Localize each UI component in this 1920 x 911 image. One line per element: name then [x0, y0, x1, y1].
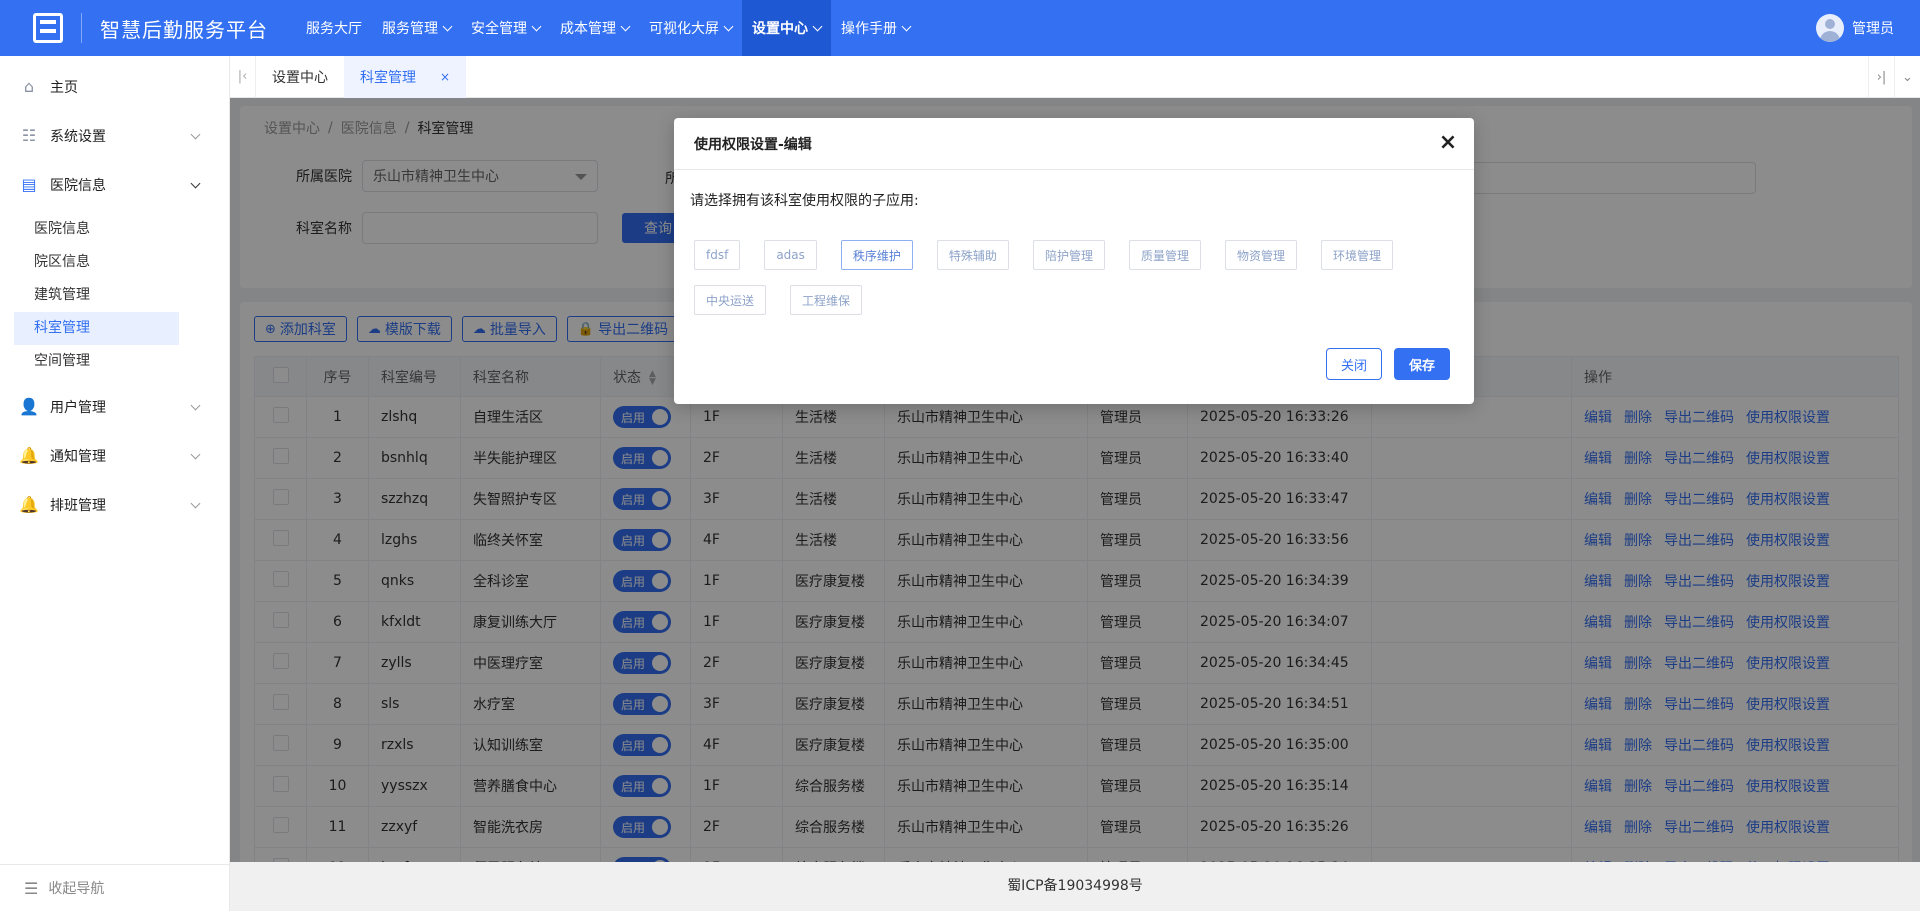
- close-icon[interactable]: ×: [1436, 130, 1460, 155]
- platform-title: 智慧后勤服务平台: [100, 17, 268, 42]
- modal-prompt: 请选择拥有该科室使用权限的子应用:: [690, 193, 919, 209]
- top-nav-item[interactable]: 操作手册: [831, 0, 920, 56]
- top-nav-item-label: 安全管理: [471, 21, 527, 37]
- top-nav-item[interactable]: 服务管理: [372, 0, 461, 56]
- chevron-down-icon: [531, 21, 542, 31]
- sidebar-item-schedule-management[interactable]: 🔔 排班管理: [0, 480, 229, 529]
- sub-app-option[interactable]: adas: [764, 240, 817, 270]
- sub-app-option[interactable]: fdsf: [694, 240, 741, 270]
- chevron-down-icon[interactable]: ⌄: [1894, 56, 1920, 98]
- top-nav-item[interactable]: 可视化大屏: [639, 0, 742, 56]
- user-menu[interactable]: 管理员: [1816, 0, 1894, 56]
- home-icon: ⌂: [23, 77, 35, 96]
- chevron-down-icon: [190, 449, 201, 460]
- close-button[interactable]: 关闭: [1325, 348, 1382, 380]
- menu-collapse-icon: ☰: [24, 878, 39, 898]
- page-tab-label: 科室管理: [360, 69, 416, 86]
- sidebar-subitem[interactable]: 科室管理: [14, 312, 179, 345]
- chevron-down-icon: [620, 21, 631, 31]
- chevron-down-icon: [190, 129, 201, 140]
- chevron-down-icon: [442, 21, 453, 31]
- top-nav-item[interactable]: 安全管理: [461, 0, 550, 56]
- top-nav-item[interactable]: 成本管理: [550, 0, 639, 56]
- sidebar-item-hospital-info[interactable]: ▤ 医院信息: [0, 160, 229, 209]
- sidebar-item-user-management[interactable]: 👤 用户管理: [0, 382, 229, 431]
- sidebar: ⌂ 主页 ☷ 系统设置 ▤ 医院信息 医院信息 院区信息 建筑管理 科室管理 空间管理 …: [0, 56, 230, 911]
- sidebar-subitem[interactable]: 空间管理: [14, 345, 179, 378]
- sidebar-subitem[interactable]: 建筑管理: [14, 279, 179, 312]
- modal-header: 使用权限设置-编辑 ×: [674, 118, 1474, 170]
- grid-list-icon: ☷: [21, 126, 37, 145]
- chevron-down-icon: [901, 21, 912, 31]
- sub-app-option[interactable]: 陪护管理: [1032, 240, 1105, 270]
- chevron-down-icon: [190, 178, 201, 189]
- platform-logo-icon: [33, 13, 63, 43]
- top-nav-item-label: 成本管理: [560, 21, 616, 37]
- sub-app-option[interactable]: 特殊辅助: [936, 240, 1009, 270]
- collapse-nav-button[interactable]: ☰ 收起导航: [0, 864, 229, 911]
- save-button[interactable]: 保存: [1393, 348, 1450, 380]
- top-nav-item-label: 服务管理: [382, 21, 438, 37]
- sub-app-list: fdsf adas 秩序维护 特殊辅助 陪护管理 质量管理 物资管理 环境管理中央运送 工程维保: [694, 240, 1474, 330]
- sub-app-option[interactable]: 环境管理: [1320, 240, 1393, 270]
- bell-icon: 🔔: [19, 495, 39, 514]
- bell-icon: 🔔: [19, 446, 39, 465]
- brand-divider: [81, 13, 82, 43]
- page-tab[interactable]: 科室管理 ×: [344, 55, 467, 98]
- tab-scroll-right-icon[interactable]: ›|: [1868, 56, 1894, 98]
- top-nav-item[interactable]: 设置中心: [742, 0, 831, 56]
- sub-app-option[interactable]: 中央运送: [694, 285, 767, 315]
- sidebar-subitem[interactable]: 医院信息: [14, 213, 179, 246]
- top-nav-item[interactable]: 服务大厅: [296, 0, 372, 56]
- top-nav-item-label: 服务大厅: [306, 21, 362, 37]
- modal-title: 使用权限设置-编辑: [694, 136, 812, 153]
- top-nav-item-label: 操作手册: [841, 21, 897, 37]
- chevron-down-icon: [723, 21, 734, 31]
- sidebar-subitem[interactable]: 院区信息: [14, 246, 179, 279]
- top-nav-item-label: 设置中心: [752, 21, 808, 37]
- close-icon[interactable]: ×: [440, 70, 450, 84]
- permission-modal: 使用权限设置-编辑 × 请选择拥有该科室使用权限的子应用: fdsf adas 秩序…: [674, 118, 1474, 404]
- sub-app-option[interactable]: 秩序维护: [840, 240, 913, 270]
- icp-footer: 蜀ICP备19034998号: [230, 862, 1920, 911]
- chevron-down-icon: [812, 21, 823, 31]
- chevron-down-icon: [190, 498, 201, 509]
- sidebar-item-system-settings[interactable]: ☷ 系统设置: [0, 111, 229, 160]
- top-nav-item-label: 可视化大屏: [649, 21, 719, 37]
- avatar: [1816, 14, 1844, 42]
- sub-app-option[interactable]: 物资管理: [1224, 240, 1297, 270]
- page-tab-label: 设置中心: [272, 69, 328, 86]
- page-tabs-bar: |‹ 设置中心 科室管理 × ›| ⌄: [230, 55, 1920, 98]
- top-navbar: 智慧后勤服务平台 服务大厅 服务管理 安全管理 成本管理 可视化大屏 设置中心 操作手册 管…: [0, 0, 1920, 56]
- sidebar-item-notice-management[interactable]: 🔔 通知管理: [0, 431, 229, 480]
- chevron-down-icon: [190, 400, 201, 411]
- tab-scroll-left-icon[interactable]: |‹: [230, 55, 256, 98]
- sub-app-option[interactable]: 质量管理: [1128, 240, 1201, 270]
- user-icon: 👤: [19, 397, 39, 416]
- sub-app-option[interactable]: 工程维保: [790, 285, 863, 315]
- sidebar-item-home[interactable]: ⌂ 主页: [0, 62, 229, 111]
- page-tab[interactable]: 设置中心: [256, 56, 344, 98]
- user-name: 管理员: [1852, 21, 1894, 37]
- top-nav-menu: 服务大厅 服务管理 安全管理 成本管理 可视化大屏 设置中心 操作手册: [296, 0, 920, 56]
- document-icon: ▤: [21, 175, 37, 194]
